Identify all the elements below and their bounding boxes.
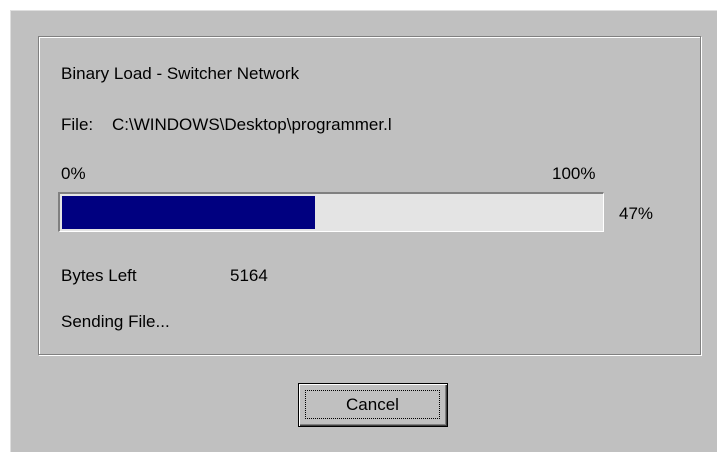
dialog-window: Binary Load - Switcher Network File: C:\… — [10, 10, 717, 452]
progress-max-label: 100% — [552, 164, 596, 183]
file-path: C:\WINDOWS\Desktop\programmer.l — [112, 115, 392, 134]
file-label: File: — [61, 115, 94, 134]
bytes-left-value: 5164 — [230, 266, 268, 285]
dialog-heading: Binary Load - Switcher Network — [61, 64, 300, 83]
status-text: Sending File... — [61, 312, 170, 331]
progress-min-label: 0% — [61, 164, 86, 183]
cancel-button[interactable]: Cancel — [298, 383, 448, 427]
progress-bar — [58, 192, 604, 232]
cancel-button-label: Cancel — [305, 390, 440, 419]
bytes-left-label: Bytes Left — [61, 266, 137, 285]
progress-percent: 47% — [619, 204, 654, 223]
progress-fill — [62, 196, 315, 229]
